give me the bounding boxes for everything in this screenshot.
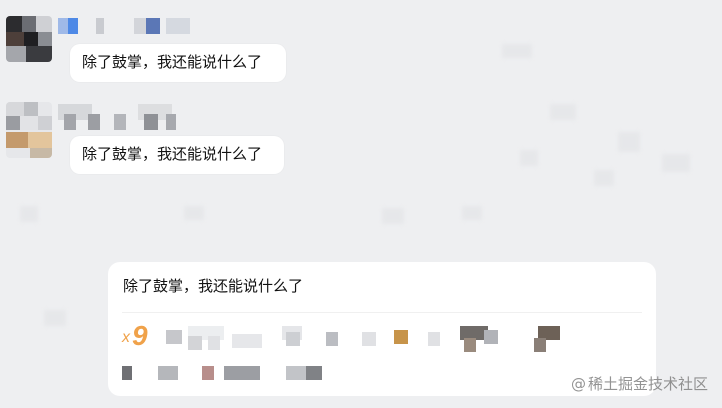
divider [122,312,642,313]
message-text: 除了鼓掌，我还能说什么了 [82,54,263,71]
message-bubble[interactable]: 除了鼓掌，我还能说什么了 [70,136,284,174]
message-bubble[interactable]: 除了鼓掌，我还能说什么了 [70,44,286,82]
quote-text: 除了鼓掌，我还能说什么了 [123,278,304,295]
watermark-text: 稀土掘金技术社区 [587,375,708,393]
count-value: 9 [132,320,148,351]
count-prefix: x [122,329,130,346]
avatar[interactable] [6,16,52,62]
watermark-at: @ [570,375,586,393]
repeat-count: x9 [122,320,148,352]
watermark: @ 稀土掘金技术社区 [571,373,708,394]
chat-area: 除了鼓掌，我还能说什么了 除了鼓掌，我还能说什么了 除了鼓掌，我还能说什么了 x… [0,0,722,408]
message-text: 除了鼓掌，我还能说什么了 [82,146,263,163]
avatar[interactable] [6,102,52,158]
